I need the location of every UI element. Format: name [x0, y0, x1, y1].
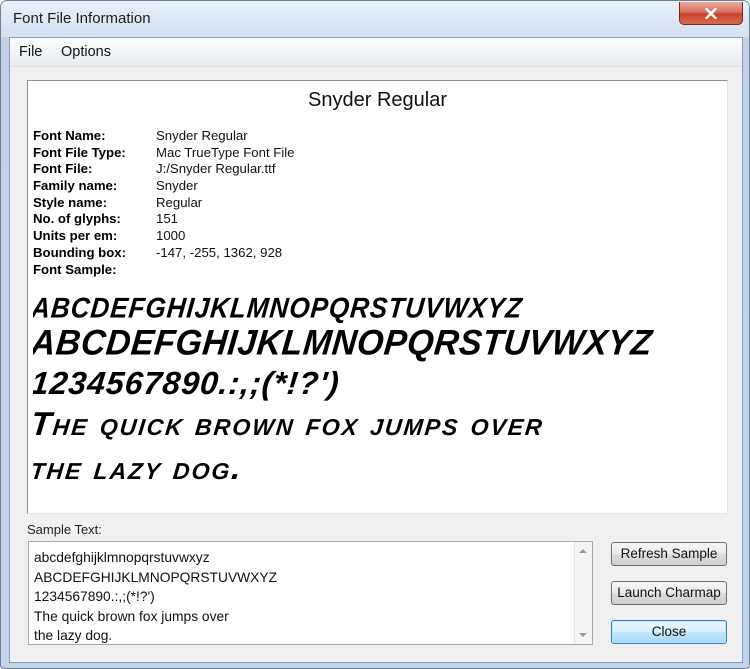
- property-value: Mac TrueType Font File: [156, 144, 295, 160]
- property-value: 151: [156, 211, 179, 227]
- property-row-font-file: Font File: J:/Snyder Regular.ttf: [33, 161, 295, 178]
- property-label: Font Sample:: [33, 261, 117, 277]
- menu-options[interactable]: Options: [61, 44, 111, 60]
- menu-file[interactable]: File: [19, 44, 42, 60]
- scroll-up-arrow-icon[interactable]: [579, 549, 587, 553]
- window-title: Font File Information: [13, 10, 151, 27]
- refresh-sample-button[interactable]: Refresh Sample: [611, 542, 727, 566]
- property-row-family-name: Family name: Snyder: [33, 178, 295, 195]
- property-value: Snyder: [156, 178, 198, 194]
- property-row-file-type: Font File Type: Mac TrueType Font File: [33, 145, 295, 162]
- property-label: Style name:: [33, 194, 108, 210]
- scroll-down-arrow-icon[interactable]: [579, 633, 587, 637]
- menu-bar: File Options: [10, 38, 742, 67]
- title-bar[interactable]: Font File Information: [1, 1, 749, 37]
- font-info-panel: Snyder Regular Font Name: Snyder Regular…: [27, 80, 728, 514]
- launch-charmap-button[interactable]: Launch Charmap: [611, 581, 727, 605]
- property-label: Font File Type:: [33, 144, 126, 160]
- property-row-bounding-box: Bounding box: -147, -255, 1362, 928: [33, 245, 295, 262]
- property-value: Regular: [156, 194, 203, 210]
- sample-line-pangram-1: The quick brown fox jumps over: [33, 405, 547, 442]
- property-row-units-per-em: Units per em: 1000: [33, 228, 295, 245]
- sample-text-label: Sample Text:: [27, 522, 102, 537]
- sample-line-pangram-2: the lazy dog.: [33, 449, 245, 486]
- property-label: No. of glyphs:: [33, 211, 121, 227]
- sample-text-content[interactable]: abcdefghijklmnopqrstuvwxyz ABCDEFGHIJKLM…: [34, 548, 569, 646]
- property-row-font-name: Font Name: Snyder Regular: [33, 128, 295, 145]
- close-button[interactable]: Close: [611, 620, 727, 644]
- window-close-button[interactable]: [679, 2, 743, 25]
- sample-line-uppercase-small: ABCDEFGHIJKLMNOPQRSTUVWXYZ: [33, 291, 525, 324]
- sample-text-input[interactable]: abcdefghijklmnopqrstuvwxyz ABCDEFGHIJKLM…: [28, 541, 593, 645]
- font-heading: Snyder Regular: [308, 89, 447, 111]
- property-row-font-sample: Font Sample:: [33, 262, 295, 279]
- sample-text-scrollbar[interactable]: [574, 542, 592, 644]
- sample-line-digits: 1234567890.:,;(*!?'): [33, 365, 342, 401]
- property-value: Snyder Regular: [156, 128, 248, 143]
- property-label: Family name:: [33, 178, 118, 194]
- sample-line-uppercase-large: ABCDEFGHIJKLMNOPQRSTUVWXYZ: [33, 323, 655, 363]
- property-value: J:/Snyder Regular.ttf: [156, 161, 276, 177]
- property-value: -147, -255, 1362, 928: [156, 244, 283, 260]
- close-icon: [705, 7, 717, 19]
- window-client-area: File Options Snyder Regular Font Name: S…: [9, 37, 743, 663]
- property-label: Bounding box:: [33, 244, 127, 260]
- property-row-style-name: Style name: Regular: [33, 195, 295, 212]
- property-row-glyph-count: No. of glyphs: 151: [33, 211, 295, 228]
- property-label: Font File:: [33, 161, 93, 177]
- property-value: 1000: [156, 228, 186, 244]
- font-info-window: Font File Information File Options Snyde…: [0, 0, 750, 669]
- property-label: Units per em:: [33, 228, 118, 244]
- property-label: Font Name:: [33, 128, 106, 143]
- font-properties: Font Name: Snyder Regular Font File Type…: [33, 128, 295, 278]
